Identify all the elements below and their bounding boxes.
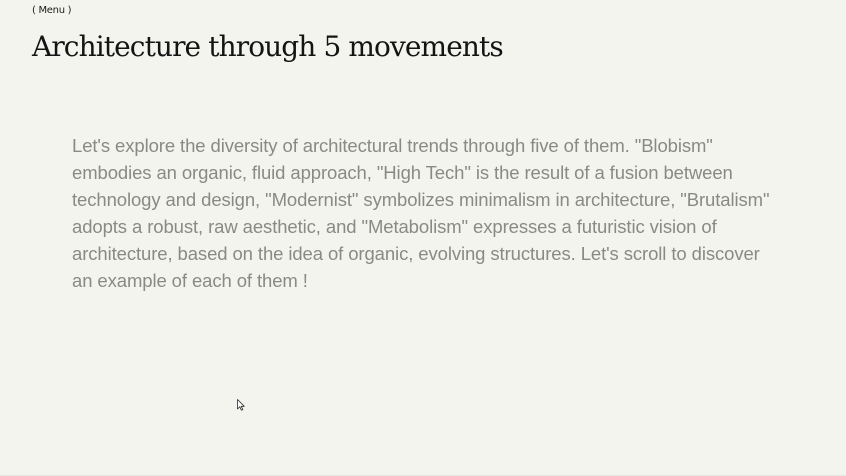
menu-button[interactable]: ( Menu ) [32,5,72,16]
mouse-pointer-icon [237,399,245,411]
page-title: Architecture through 5 movements [32,30,504,63]
intro-paragraph: Let's explore the diversity of architect… [72,135,770,291]
